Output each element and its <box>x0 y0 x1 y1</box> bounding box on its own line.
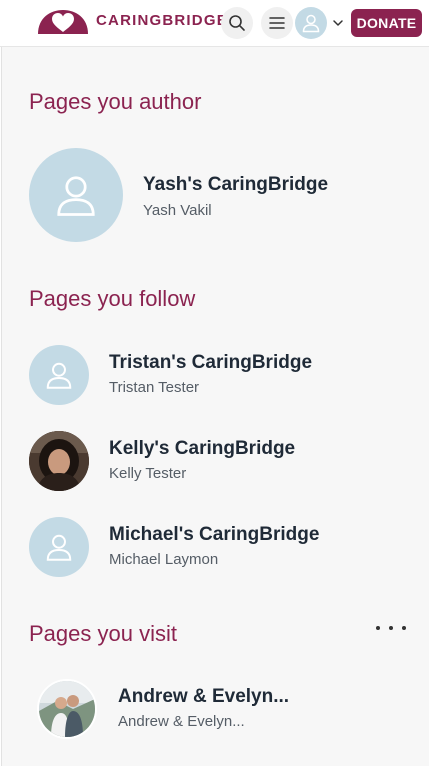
logo-wordmark: CARINGBRIDGE <box>96 12 228 29</box>
pages-content: Pages you author Yash's CaringBridge Yas… <box>1 47 429 766</box>
user-icon <box>57 176 95 216</box>
more-horizontal-icon[interactable] <box>376 621 406 635</box>
page-avatar-photo <box>29 431 89 491</box>
page-owner: Kelly Tester <box>109 465 187 482</box>
page-title: Kelly's CaringBridge <box>109 438 296 459</box>
visited-page-item[interactable]: Andrew & Evelyn... Andrew & Evelyn... <box>29 679 389 739</box>
followed-page-item[interactable]: Tristan's CaringBridge Tristan Tester <box>29 345 389 405</box>
page-owner: Michael Laymon <box>109 551 219 568</box>
page-title: Tristan's CaringBridge <box>109 352 313 373</box>
app-frame: CARINGBRIDGE DONATE Pages you author Yas… <box>0 0 429 766</box>
page-avatar <box>29 148 123 242</box>
followed-page-item[interactable]: Michael's CaringBridge Michael Laymon <box>29 517 389 577</box>
account-avatar-button[interactable] <box>295 7 327 39</box>
page-avatar-photo <box>37 679 97 739</box>
user-icon <box>46 362 72 389</box>
page-title: Michael's CaringBridge <box>109 524 320 545</box>
page-title: Andrew & Evelyn... <box>118 686 290 707</box>
profile-photo-image <box>29 431 89 491</box>
section-title-visit: Pages you visit <box>29 621 177 646</box>
section-title-author: Pages you author <box>29 89 202 114</box>
followed-page-item[interactable]: Kelly's CaringBridge Kelly Tester <box>29 431 389 491</box>
authored-page-item[interactable]: Yash's CaringBridge Yash Vakil <box>29 148 389 242</box>
page-owner: Andrew & Evelyn... <box>118 713 245 730</box>
page-avatar <box>29 517 89 577</box>
user-icon <box>46 534 72 561</box>
search-icon <box>229 15 245 31</box>
page-title: Yash's CaringBridge <box>143 174 329 195</box>
page-avatar <box>29 345 89 405</box>
chevron-down-icon[interactable] <box>331 16 345 30</box>
menu-icon <box>269 17 285 29</box>
menu-button[interactable] <box>261 7 293 39</box>
top-header: CARINGBRIDGE DONATE <box>0 0 429 47</box>
page-owner: Yash Vakil <box>143 202 212 219</box>
profile-photo-image <box>39 681 95 737</box>
caringbridge-logo[interactable]: CARINGBRIDGE <box>36 8 227 34</box>
heart-logo-icon <box>38 10 88 34</box>
donate-button[interactable]: DONATE <box>351 9 422 37</box>
search-button[interactable] <box>221 7 253 39</box>
user-icon <box>302 14 320 33</box>
section-title-follow: Pages you follow <box>29 286 196 311</box>
page-owner: Tristan Tester <box>109 379 200 396</box>
